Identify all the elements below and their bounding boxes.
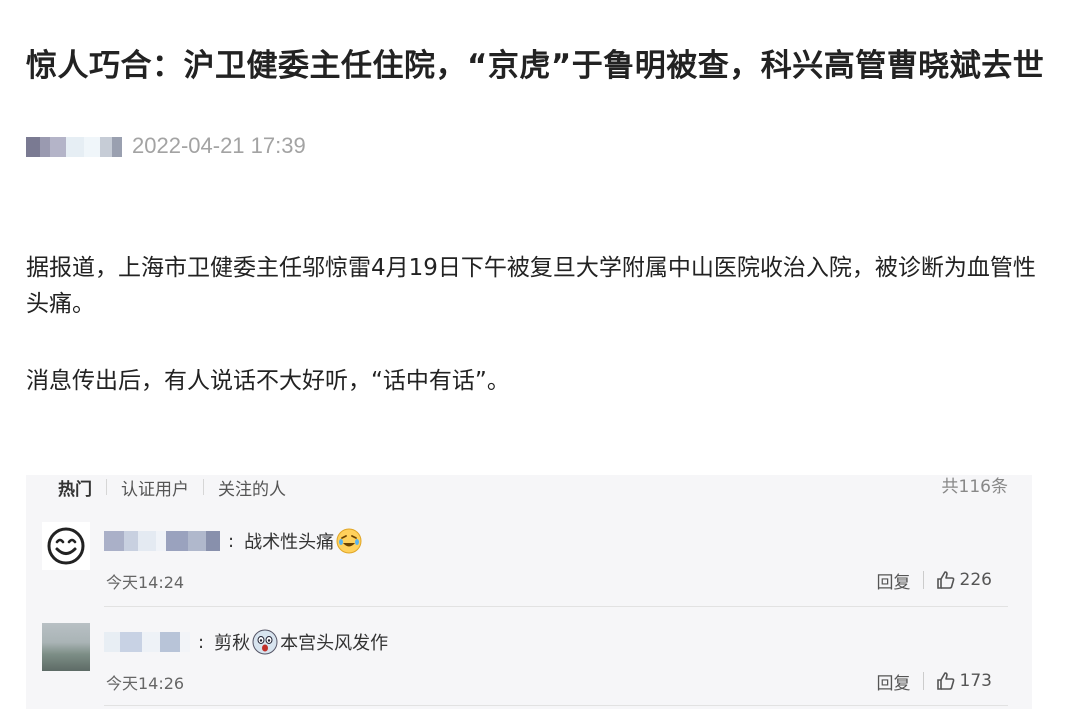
laugh-cry-emoji [336, 528, 362, 554]
smiley-face-icon [47, 527, 85, 565]
comment-text: 剪秋 [214, 633, 251, 654]
comment-tabs: 热门 认证用户 关注的人 [58, 475, 286, 500]
reply-button[interactable]: 回复 [877, 669, 911, 694]
comment-content: : 战术性头痛 [104, 527, 364, 555]
tab-hot[interactable]: 热门 [58, 475, 92, 500]
comment-text: 本宫头风发作 [280, 633, 389, 654]
comment-divider [104, 705, 1008, 706]
user-avatar[interactable] [42, 623, 90, 671]
comment-text: 战术性头痛 [244, 532, 335, 553]
tab-verified-users[interactable]: 认证用户 [121, 475, 189, 500]
article-paragraph: 消息传出后，有人说话不大好听，“话中有话”。 [26, 368, 510, 394]
article-byline: 2022-04-21 17:39 [26, 132, 306, 160]
tab-divider [203, 479, 204, 495]
comment-actions: 回复 226 [877, 567, 992, 593]
comment-section: 热门 认证用户 关注的人 共116条 : 战术性头痛 今天14:24 回复 22… [26, 475, 1032, 709]
publish-date: 2022-04-21 17:39 [132, 133, 306, 158]
action-divider [922, 672, 924, 690]
comment-content: : 剪秋 本宫头风发作 [104, 628, 388, 656]
article-title: 惊人巧合：沪卫健委主任住院，“京虎”于鲁明被查，科兴高管曹晓斌去世 [26, 47, 1045, 84]
tab-divider [106, 479, 107, 495]
article-paragraph: 据报道，上海市卫健委主任邬惊雷4月19日下午被复旦大学附属中山医院收治入院，被诊… [26, 255, 1036, 317]
comment-item: : 剪秋 本宫头风发作 今天14:26 回复 173 [42, 618, 1008, 716]
thumbs-up-icon [936, 672, 954, 690]
reply-button[interactable]: 回复 [877, 568, 911, 593]
like-count: 226 [959, 570, 992, 590]
user-avatar[interactable] [42, 522, 90, 570]
comment-divider [104, 606, 1008, 607]
username-blurred[interactable] [104, 531, 220, 551]
comment-count: 共116条 [941, 477, 1008, 497]
panic-emoji [252, 629, 278, 655]
like-count: 173 [959, 671, 992, 691]
comment-time: 今天14:24 [106, 573, 185, 592]
comment-actions: 回复 173 [877, 668, 992, 694]
thumbs-up-icon [936, 571, 954, 589]
author-name-blurred[interactable] [26, 137, 122, 157]
tab-following[interactable]: 关注的人 [218, 475, 286, 500]
colon: : [228, 530, 235, 552]
username-blurred[interactable] [104, 632, 190, 652]
comment-time: 今天14:26 [106, 674, 185, 693]
like-button[interactable]: 226 [936, 570, 992, 590]
comment-item: : 战术性头痛 今天14:24 回复 226 [42, 517, 1008, 615]
action-divider [922, 571, 924, 589]
colon: : [198, 631, 205, 653]
like-button[interactable]: 173 [936, 671, 992, 691]
